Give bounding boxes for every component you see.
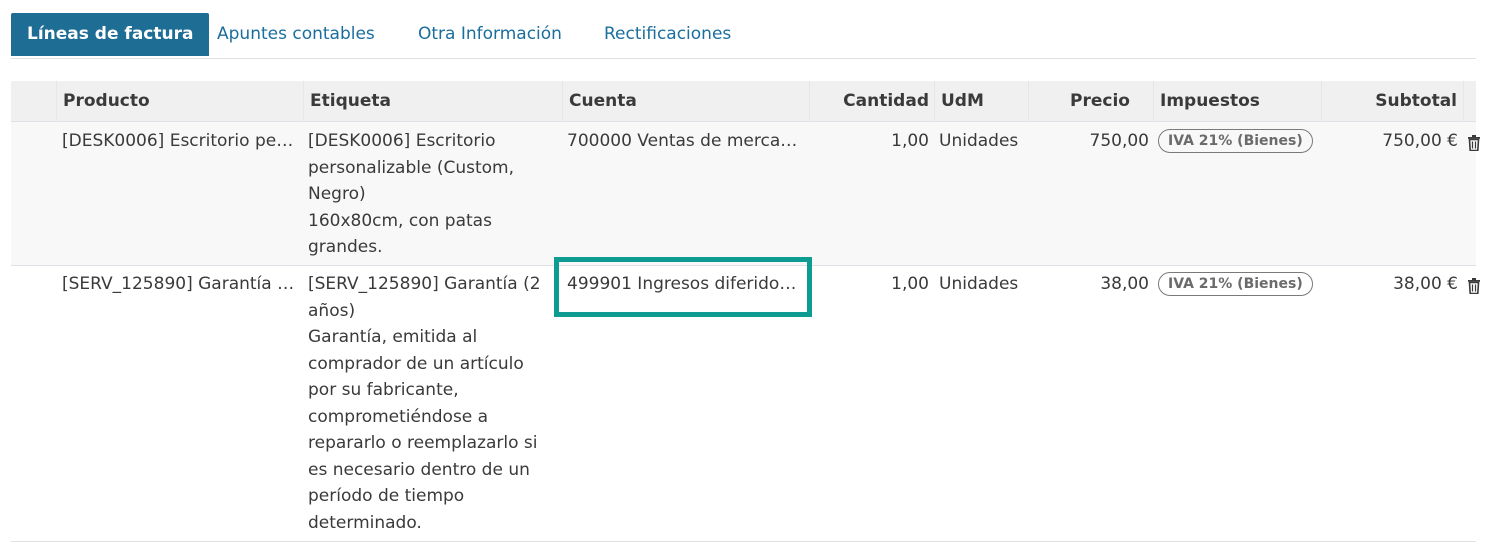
cell-cantidad[interactable]: 1,00 — [809, 128, 929, 155]
column-header-actions — [1463, 81, 1476, 121]
cell-cuenta[interactable]: 700000 Ventas de merca… — [567, 128, 803, 155]
cell-cuenta[interactable]: 499901 Ingresos diferidos… — [567, 271, 803, 298]
column-header-producto[interactable]: Producto — [56, 81, 304, 121]
tab-apuntes-contables[interactable]: Apuntes contables — [217, 13, 375, 55]
tab-rectificaciones[interactable]: Rectificaciones — [604, 13, 731, 55]
cell-precio[interactable]: 750,00 — [1028, 128, 1149, 155]
cell-subtotal: 750,00 € — [1382, 131, 1458, 151]
cell-etiqueta[interactable]: [DESK0006] Escritorio personalizable (Cu… — [308, 128, 556, 261]
column-header-subtotal[interactable]: Subtotal — [1321, 81, 1463, 121]
table-row[interactable]: [SERV_125890] Garantía … [SERV_125890] G… — [11, 265, 1480, 542]
table-header: Producto Etiqueta Cuenta Cantidad UdM Pr… — [11, 81, 1476, 122]
tax-badge[interactable]: IVA 21% (Bienes) — [1158, 129, 1313, 153]
cell-udm[interactable]: Unidades — [939, 271, 1029, 298]
column-header-precio[interactable]: Precio — [1028, 81, 1154, 121]
tax-badge[interactable]: IVA 21% (Bienes) — [1158, 272, 1313, 296]
cell-subtotal: 38,00 € — [1393, 274, 1458, 294]
cell-producto[interactable]: [SERV_125890] Garantía … — [62, 271, 299, 298]
trash-icon[interactable] — [1467, 135, 1481, 151]
table-row[interactable]: [DESK0006] Escritorio per… [DESK0006] Es… — [11, 122, 1480, 266]
tab-lineas-factura[interactable]: Líneas de factura — [11, 13, 210, 56]
column-header-cantidad[interactable]: Cantidad — [809, 81, 935, 121]
cell-producto[interactable]: [DESK0006] Escritorio per… — [62, 128, 299, 155]
notebook-tabs: Líneas de factura Apuntes contables Otra… — [11, 13, 1476, 59]
tab-otra-informacion[interactable]: Otra Información — [418, 13, 562, 55]
trash-icon[interactable] — [1467, 278, 1481, 294]
cell-cantidad[interactable]: 1,00 — [809, 271, 929, 298]
column-header-impuestos[interactable]: Impuestos — [1153, 81, 1321, 121]
cell-precio[interactable]: 38,00 — [1028, 271, 1149, 298]
cell-etiqueta[interactable]: [SERV_125890] Garantía (2 años) Garantía… — [308, 271, 556, 536]
column-header-etiqueta[interactable]: Etiqueta — [303, 81, 563, 121]
column-header-cuenta[interactable]: Cuenta — [562, 81, 809, 121]
column-header-udm[interactable]: UdM — [934, 81, 1029, 121]
cell-udm[interactable]: Unidades — [939, 128, 1029, 155]
